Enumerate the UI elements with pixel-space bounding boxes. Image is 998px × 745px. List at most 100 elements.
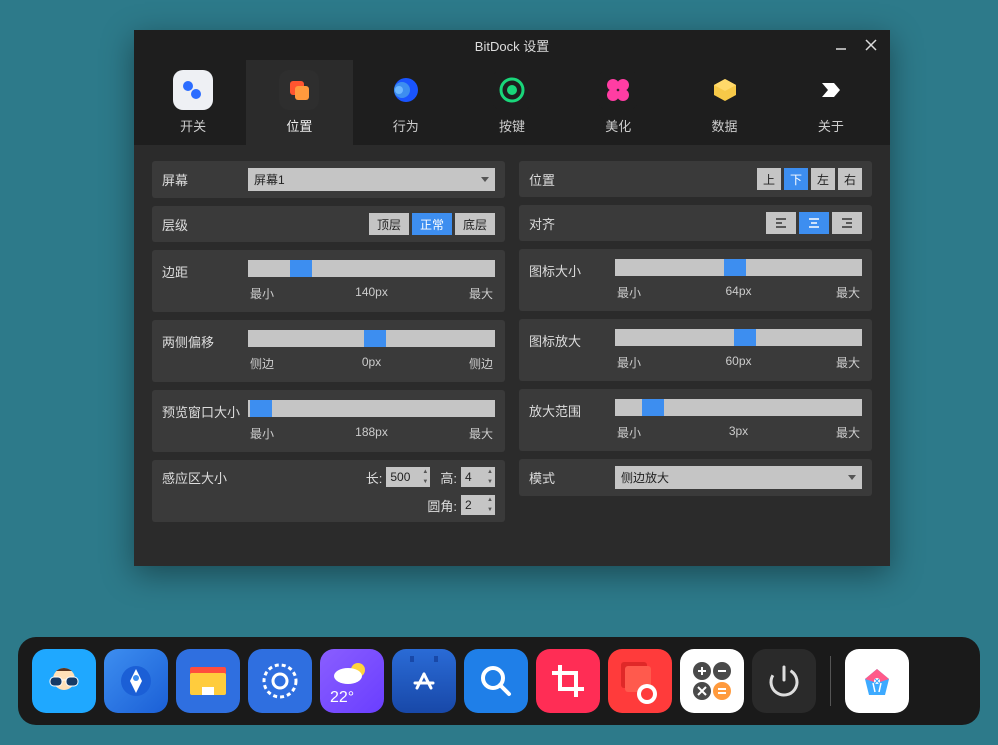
dock: 22°: [18, 637, 980, 725]
length-label: 长:: [366, 468, 383, 487]
row-offset: 两侧偏移 侧边 0px 侧边: [152, 320, 505, 382]
dock-divider: [830, 656, 831, 706]
row-sense: 感应区大小 长: 500 ▲▼ 高: 4 ▲▼: [152, 460, 505, 522]
preview-value: 188px: [274, 425, 469, 442]
margin-slider[interactable]: [248, 260, 495, 277]
dock-appstore-icon[interactable]: [392, 649, 456, 713]
radius-label: 圆角:: [427, 496, 457, 515]
zoomrange-value: 3px: [641, 424, 836, 441]
align-left-button[interactable]: [766, 212, 796, 234]
offset-min: 侧边: [250, 355, 274, 372]
tab-switch[interactable]: 开关: [140, 60, 246, 145]
dock-settings-icon[interactable]: [248, 649, 312, 713]
layer-bottom[interactable]: 底层: [455, 213, 495, 235]
layer-top[interactable]: 顶层: [369, 213, 409, 235]
row-layer: 层级 顶层 正常 底层: [152, 206, 505, 242]
mode-label: 模式: [529, 468, 607, 487]
stepper-up-icon[interactable]: ▲: [420, 467, 430, 477]
offset-value: 0px: [274, 355, 469, 372]
radius-spinner: 圆角: 2 ▲▼: [427, 495, 495, 515]
position-label: 位置: [529, 170, 607, 189]
row-align: 对齐: [519, 205, 872, 241]
iconsize-label: 图标大小: [529, 259, 607, 301]
iconsize-slider[interactable]: [615, 259, 862, 276]
height-input[interactable]: 4 ▲▼: [461, 467, 495, 487]
theme-icon: [598, 70, 638, 110]
stepper-down-icon[interactable]: ▼: [485, 477, 495, 487]
preview-slider[interactable]: [248, 400, 495, 417]
row-mode: 模式 侧边放大: [519, 459, 872, 496]
chevron-down-icon: [481, 177, 489, 182]
dock-files-icon[interactable]: [176, 649, 240, 713]
offset-slider[interactable]: [248, 330, 495, 347]
preview-min: 最小: [250, 425, 274, 442]
pos-bottom[interactable]: 下: [784, 168, 808, 190]
tab-data[interactable]: 数据: [671, 60, 777, 145]
tab-position[interactable]: 位置: [246, 60, 352, 145]
layer-label: 层级: [162, 215, 240, 234]
tab-behavior[interactable]: 行为: [353, 60, 459, 145]
dock-search-icon[interactable]: [464, 649, 528, 713]
dock-rocket-icon[interactable]: [104, 649, 168, 713]
left-column: 屏幕 屏幕1 层级 顶层 正常 底层 边距 最小: [152, 161, 505, 550]
align-right-button[interactable]: [832, 212, 862, 234]
mode-select-value: 侧边放大: [621, 469, 669, 486]
dock-geek-icon[interactable]: [32, 649, 96, 713]
tab-data-label: 数据: [712, 116, 738, 135]
close-button[interactable]: [856, 30, 886, 60]
row-preview: 预览窗口大小 最小 188px 最大: [152, 390, 505, 452]
align-label: 对齐: [529, 214, 607, 233]
dock-weather-icon[interactable]: 22°: [320, 649, 384, 713]
iconzoom-value: 60px: [641, 354, 836, 371]
tab-about-label: 关于: [818, 116, 844, 135]
iconzoom-min: 最小: [617, 354, 641, 371]
row-zoomrange: 放大范围 最小 3px 最大: [519, 389, 872, 451]
tab-theme[interactable]: 美化: [565, 60, 671, 145]
titlebar: BitDock 设置: [134, 30, 890, 60]
data-icon: [705, 70, 745, 110]
position-icon: [279, 70, 319, 110]
settings-window: BitDock 设置 开关 位置 行为: [134, 30, 890, 566]
layer-normal[interactable]: 正常: [412, 213, 452, 235]
tab-switch-label: 开关: [180, 116, 206, 135]
weather-temp: 22°: [330, 689, 354, 707]
screen-select[interactable]: 屏幕1: [248, 168, 495, 191]
radius-input[interactable]: 2 ▲▼: [461, 495, 495, 515]
window-title: BitDock 设置: [475, 36, 549, 55]
stepper-down-icon[interactable]: ▼: [485, 505, 495, 515]
align-center-button[interactable]: [799, 212, 829, 234]
pos-right[interactable]: 右: [838, 168, 862, 190]
stepper-down-icon[interactable]: ▼: [420, 477, 430, 487]
row-margin: 边距 最小 140px 最大: [152, 250, 505, 312]
iconzoom-slider[interactable]: [615, 329, 862, 346]
tab-behavior-label: 行为: [393, 116, 419, 135]
zoomrange-max: 最大: [836, 424, 860, 441]
stepper-up-icon[interactable]: ▲: [485, 467, 495, 477]
dock-crop-icon[interactable]: [536, 649, 600, 713]
minimize-button[interactable]: [826, 30, 856, 60]
dock-trash-icon[interactable]: [845, 649, 909, 713]
preview-max: 最大: [469, 425, 493, 442]
pos-top[interactable]: 上: [757, 168, 781, 190]
mode-select[interactable]: 侧边放大: [615, 466, 862, 489]
row-screen: 屏幕 屏幕1: [152, 161, 505, 198]
tab-theme-label: 美化: [605, 116, 631, 135]
align-group: [766, 212, 862, 234]
about-icon: [811, 70, 851, 110]
pos-left[interactable]: 左: [811, 168, 835, 190]
iconsize-value: 64px: [641, 284, 836, 301]
dock-record-icon[interactable]: [608, 649, 672, 713]
tab-about[interactable]: 关于: [778, 60, 884, 145]
length-input[interactable]: 500 ▲▼: [386, 467, 430, 487]
tab-hotkey[interactable]: 按键: [459, 60, 565, 145]
tab-position-label: 位置: [286, 116, 312, 135]
switch-icon: [173, 70, 213, 110]
zoomrange-slider[interactable]: [615, 399, 862, 416]
offset-max: 侧边: [469, 355, 493, 372]
screen-select-value: 屏幕1: [254, 171, 285, 188]
stepper-up-icon[interactable]: ▲: [485, 495, 495, 505]
dock-calculator-icon[interactable]: [680, 649, 744, 713]
hotkey-icon: [492, 70, 532, 110]
margin-min: 最小: [250, 285, 274, 302]
dock-power-icon[interactable]: [752, 649, 816, 713]
